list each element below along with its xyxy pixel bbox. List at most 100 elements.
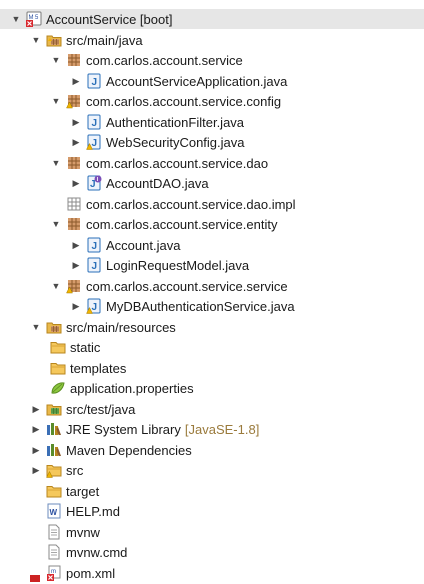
tree-row-label: application.properties — [70, 380, 194, 396]
chevron-down-icon[interactable]: ▼ — [10, 13, 22, 25]
tree-row-label: target — [66, 483, 100, 499]
chevron-right-icon[interactable]: ▶ — [70, 116, 82, 128]
maven-project-icon: M5 — [26, 11, 42, 27]
tree-row-src-test-java[interactable]: ▶ src/test/java — [0, 399, 424, 419]
chevron-right-icon[interactable]: ▶ — [30, 444, 42, 456]
source-folder-icon — [46, 32, 62, 48]
tree-row-label: JRE System Library — [66, 421, 181, 437]
tree-row-package[interactable]: ▼ com.carlos.account.service.config — [0, 91, 424, 111]
tree-row-java-file[interactable]: ▶ J WebSecurityConfig.java — [0, 132, 424, 152]
tree-row-label: templates — [70, 360, 127, 376]
tree-row-label: LoginRequestModel.java — [106, 257, 250, 273]
tree-row-label: Maven Dependencies — [66, 442, 192, 458]
svg-text:J: J — [92, 261, 98, 272]
empty-package-icon — [66, 196, 82, 212]
tree-row-folder[interactable]: ▶ src — [0, 460, 424, 480]
tree-row-file[interactable]: mvnw.cmd — [0, 542, 424, 562]
package-warning-icon — [66, 93, 82, 109]
tree-row-folder[interactable]: templates — [0, 358, 424, 378]
jre-version-decoration: [JavaSE-1.8] — [184, 421, 260, 437]
tree-row-java-file[interactable]: ▶ J LoginRequestModel.java — [0, 255, 424, 275]
chevron-right-icon[interactable]: ▶ — [70, 300, 82, 312]
chevron-right-icon[interactable]: ▶ — [30, 423, 42, 435]
chevron-right-icon[interactable]: ▶ — [70, 177, 82, 189]
chevron-down-icon[interactable]: ▼ — [50, 54, 62, 66]
tree-row-java-file[interactable]: ▶ J Account.java — [0, 235, 424, 255]
tree-row-java-file[interactable]: ▶ J AccountServiceApplication.java — [0, 71, 424, 91]
tree-row-label: HELP.md — [66, 503, 120, 519]
svg-text:J: J — [92, 138, 98, 149]
tree-row-package[interactable]: ▼ com.carlos.account.service.service — [0, 276, 424, 296]
tree-row-src-main-java[interactable]: ▼ src/main/java — [0, 30, 424, 50]
tree-row-folder[interactable]: target — [0, 481, 424, 501]
library-icon — [46, 442, 62, 458]
folder-warning-icon — [46, 462, 62, 478]
tree-row-package[interactable]: com.carlos.account.service.dao.impl — [0, 194, 424, 214]
tree-row-package[interactable]: ▼ com.carlos.account.service.entity — [0, 214, 424, 234]
java-file-icon: J — [86, 114, 102, 130]
svg-text:J: J — [92, 118, 98, 129]
java-file-warning-icon: J — [86, 298, 102, 314]
tree-row-label: WebSecurityConfig.java — [106, 134, 245, 150]
tree-row-file[interactable]: mvnw — [0, 522, 424, 542]
tree-row-src-main-resources[interactable]: ▼ src/main/resources — [0, 317, 424, 337]
tree-row-file[interactable]: application.properties — [0, 378, 424, 398]
tree-row-label: src/main/java — [66, 32, 143, 48]
tree-row-project[interactable]: ▼ M5 AccountService [boot] — [0, 9, 424, 29]
maven-pom-icon: m — [46, 565, 62, 581]
folder-icon — [50, 339, 66, 355]
svg-text:J: J — [92, 241, 98, 252]
chevron-down-icon[interactable]: ▼ — [50, 218, 62, 230]
chevron-right-icon[interactable]: ▶ — [70, 136, 82, 148]
tree-row-label: AccountService [boot] — [46, 11, 173, 27]
svg-text:J: J — [90, 179, 96, 190]
package-icon — [66, 52, 82, 68]
tree-row-folder[interactable]: static — [0, 337, 424, 357]
chevron-right-icon[interactable]: ▶ — [30, 403, 42, 415]
tree-row-label: AccountServiceApplication.java — [106, 73, 288, 89]
java-file-icon: J — [86, 73, 102, 89]
tree-row-label: src/test/java — [66, 401, 136, 417]
tree-row-label: src — [66, 462, 84, 478]
svg-text:W: W — [50, 508, 58, 517]
tree-row-label: AuthenticationFilter.java — [106, 114, 245, 130]
tree-row-label: mvnw — [66, 524, 100, 540]
tree-row-label: pom.xml — [66, 565, 116, 581]
tree-row-label: AccountDAO.java — [106, 175, 209, 191]
tree-row-label: com.carlos.account.service.dao.impl — [86, 196, 296, 212]
tree-row-label: Account.java — [106, 237, 181, 253]
tree-row-label: com.carlos.account.service.entity — [86, 216, 278, 232]
tree-row-library[interactable]: ▶ Maven Dependencies — [0, 440, 424, 460]
java-file-icon: J — [86, 257, 102, 273]
chevron-down-icon[interactable]: ▼ — [30, 34, 42, 46]
java-file-icon: J — [86, 237, 102, 253]
tree-row-label: mvnw.cmd — [66, 544, 128, 560]
text-file-icon — [46, 524, 62, 540]
tree-row-package[interactable]: ▼ com.carlos.account.service.dao — [0, 153, 424, 173]
cropped-icon-fragment — [30, 575, 40, 582]
tree-row-java-file[interactable]: ▶ JI AccountDAO.java — [0, 173, 424, 193]
properties-file-icon — [50, 380, 66, 396]
chevron-down-icon[interactable]: ▼ — [30, 321, 42, 333]
tree-row-file[interactable]: W HELP.md — [0, 501, 424, 521]
chevron-right-icon[interactable]: ▶ — [70, 239, 82, 251]
svg-text:J: J — [92, 77, 98, 88]
package-icon — [66, 216, 82, 232]
tree-row-file[interactable]: m pom.xml — [0, 563, 424, 583]
java-file-warning-icon: J — [86, 134, 102, 150]
chevron-down-icon[interactable]: ▼ — [50, 280, 62, 292]
tree-row-java-file[interactable]: ▶ J MyDBAuthenticationService.java — [0, 296, 424, 316]
chevron-down-icon[interactable]: ▼ — [50, 157, 62, 169]
test-source-folder-icon — [46, 401, 62, 417]
java-interface-icon: JI — [86, 175, 102, 191]
text-file-icon — [46, 544, 62, 560]
chevron-right-icon[interactable]: ▶ — [30, 464, 42, 476]
chevron-down-icon[interactable]: ▼ — [50, 95, 62, 107]
markdown-file-icon: W — [46, 503, 62, 519]
tree-row-label: com.carlos.account.service — [86, 52, 243, 68]
tree-row-package[interactable]: ▼ com.carlos.account.service — [0, 50, 424, 70]
tree-row-library[interactable]: ▶ JRE System Library [JavaSE-1.8] — [0, 419, 424, 439]
tree-row-java-file[interactable]: ▶ J AuthenticationFilter.java — [0, 112, 424, 132]
chevron-right-icon[interactable]: ▶ — [70, 259, 82, 271]
chevron-right-icon[interactable]: ▶ — [70, 75, 82, 87]
